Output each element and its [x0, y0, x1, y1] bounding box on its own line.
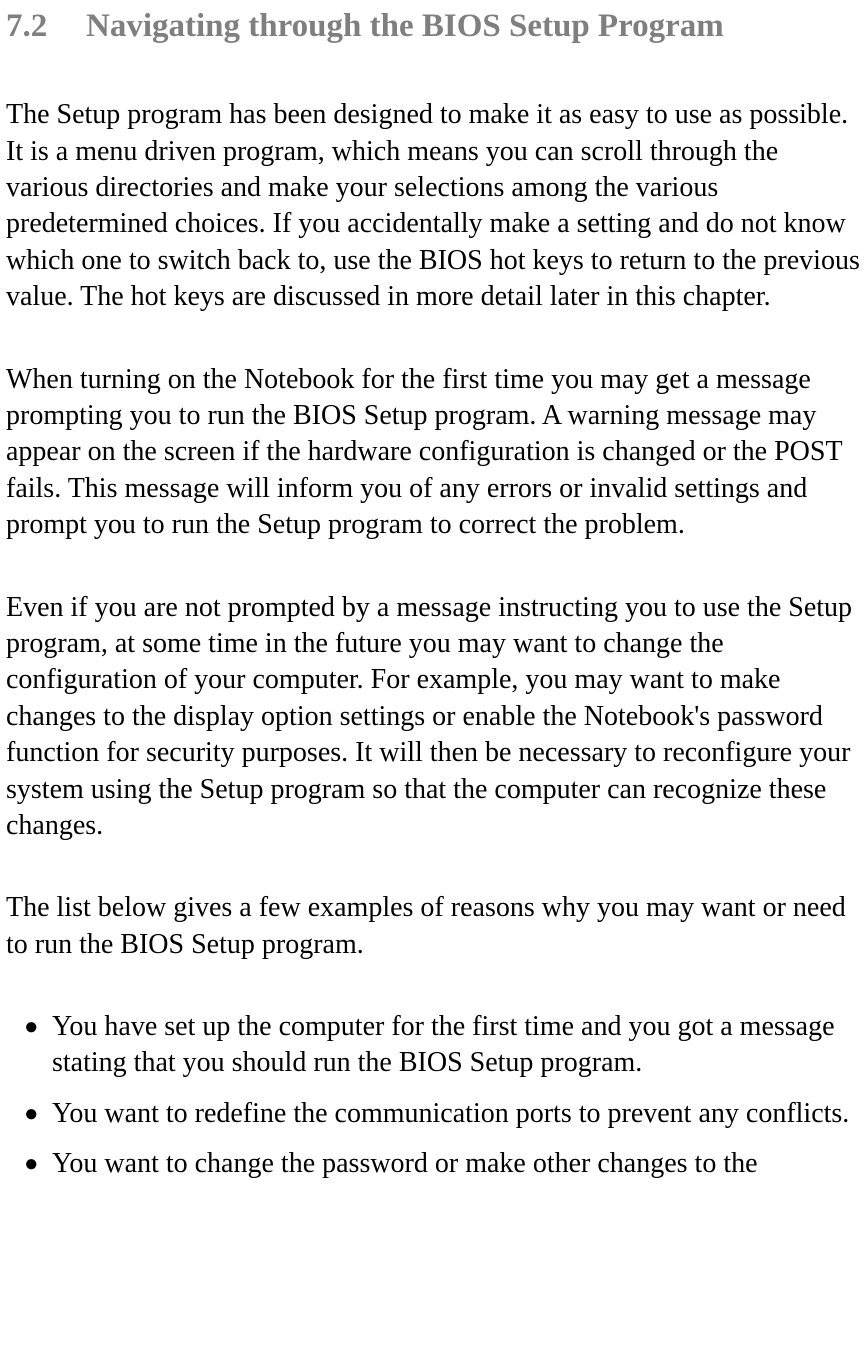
document-page: 7.2 Navigating through the BIOS Setup Pr…: [0, 0, 864, 1183]
section-title: Navigating through the BIOS Setup Progra…: [86, 6, 862, 47]
list-item: ● You want to redefine the communication…: [24, 1096, 862, 1132]
section-heading: 7.2 Navigating through the BIOS Setup Pr…: [6, 6, 862, 47]
bullet-list: ● You have set up the computer for the f…: [6, 1009, 862, 1183]
bullet-icon: ●: [24, 1096, 52, 1132]
bullet-icon: ●: [24, 1146, 52, 1182]
paragraph-1: The Setup program has been designed to m…: [6, 97, 862, 315]
list-item-text: You want to change the password or make …: [52, 1146, 862, 1182]
list-item-text: You want to redefine the communication p…: [52, 1096, 862, 1132]
paragraph-3: Even if you are not prompted by a messag…: [6, 590, 862, 845]
paragraph-2: When turning on the Notebook for the fir…: [6, 362, 862, 544]
section-number: 7.2: [6, 6, 86, 47]
paragraph-4: The list below gives a few examples of r…: [6, 890, 862, 963]
list-item: ● You want to change the password or mak…: [24, 1146, 862, 1182]
bullet-icon: ●: [24, 1009, 52, 1045]
list-item-text: You have set up the computer for the fir…: [52, 1009, 862, 1082]
list-item: ● You have set up the computer for the f…: [24, 1009, 862, 1082]
